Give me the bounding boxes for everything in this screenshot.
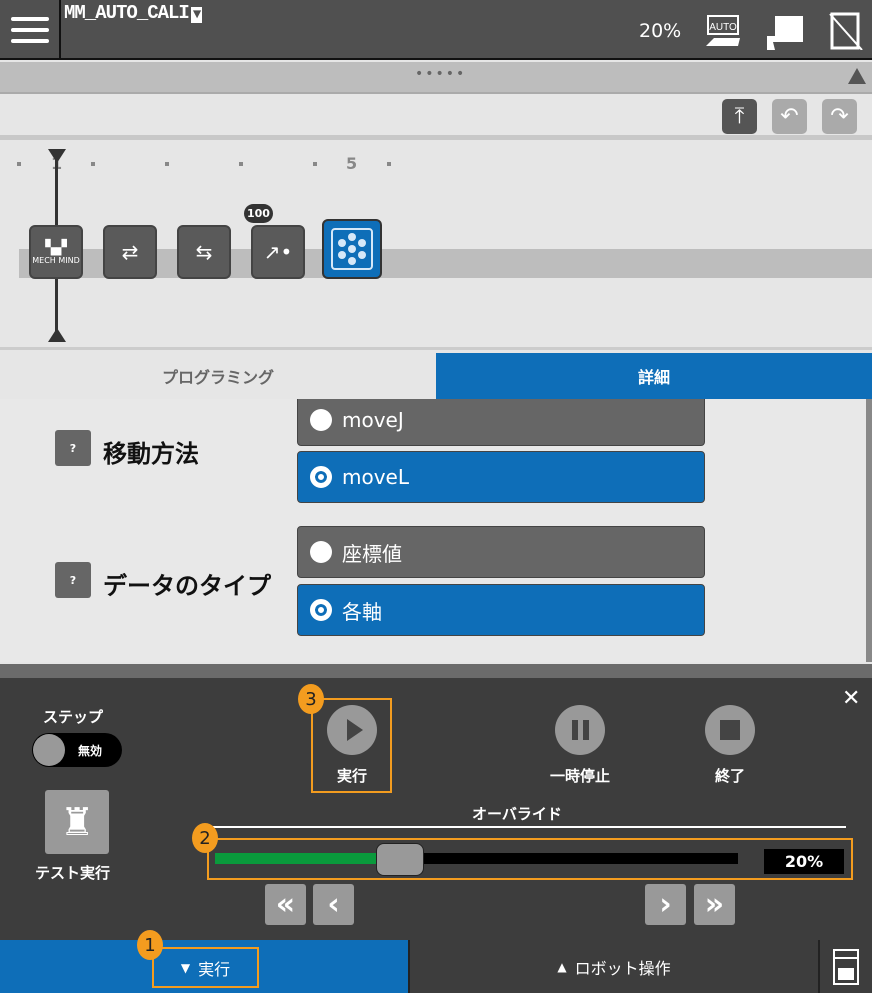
option-label: 各軸 (342, 599, 382, 624)
callout-badge: 3 (298, 684, 324, 714)
pause-button[interactable]: 一時停止 (540, 705, 620, 786)
robot-tab-label: ロボット操作 (574, 958, 671, 978)
ruler-tick (17, 162, 21, 166)
toggle-knob (33, 734, 65, 766)
upload-icon[interactable]: ⤒ (722, 99, 757, 134)
radio-icon (310, 409, 332, 431)
option-label: moveL (342, 465, 410, 489)
option-label: moveJ (342, 408, 404, 432)
run-tab-label: 実行 (198, 959, 231, 979)
speed-badge: 100 (244, 204, 273, 223)
pause-label: 一時停止 (549, 767, 610, 785)
undo-icon[interactable]: ↶ (772, 99, 807, 134)
toggle-label: 無効 (78, 744, 103, 758)
radio-icon (310, 541, 332, 563)
dropdown-icon: ▼ (190, 7, 203, 23)
override-slider[interactable] (215, 853, 738, 864)
ruler-tick (313, 162, 317, 166)
radio-selected-icon (310, 599, 332, 621)
divider (213, 826, 846, 828)
tablet-disabled-icon[interactable] (826, 12, 868, 51)
tab-bar: プログラミング 詳細 (0, 353, 872, 399)
bottom-bar: ▼ 実行 1 ▲ ロボット操作 (0, 930, 872, 993)
stop-icon (720, 720, 740, 740)
tab-run[interactable]: ▼ 実行 1 (0, 930, 408, 993)
pattern-node[interactable] (322, 219, 382, 279)
arrow-down-icon: ▼ (180, 960, 191, 975)
cursor-bottom-icon[interactable] (48, 328, 66, 342)
auto-mode-icon[interactable]: AUTO (702, 12, 744, 50)
move-node[interactable]: ↗• (251, 225, 305, 279)
help-icon[interactable]: ? (55, 430, 91, 466)
ruler-tick (165, 162, 169, 166)
robot-teach-icon[interactable] (763, 12, 805, 50)
test-run-button[interactable]: ♜ (45, 790, 109, 854)
callout-badge: 2 (192, 823, 218, 853)
redo-icon[interactable]: ↷ (822, 99, 857, 134)
stop-button[interactable]: 終了 (700, 705, 760, 786)
option-joints[interactable]: 各軸 (297, 584, 705, 636)
test-run-label: テスト実行 (35, 864, 111, 882)
step-toggle[interactable]: 無効 (32, 733, 122, 767)
program-selector[interactable]: MM_AUTO_CALI ▼ (64, 2, 203, 24)
arrow-up-icon: ▲ (557, 959, 567, 974)
unpin-icon[interactable]: ✕ (842, 686, 860, 711)
collapse-icon[interactable] (848, 68, 866, 84)
detail-panel: ? 移動方法 moveJ moveL ? データのタイプ 座標値 各軸 (0, 399, 868, 662)
override-readout: 20% (639, 20, 682, 42)
ruler-tick (387, 162, 391, 166)
program-name: MM_AUTO_CALI (64, 2, 190, 24)
radio-selected-icon (310, 466, 332, 488)
menu-icon[interactable] (0, 0, 61, 60)
decrease-button[interactable]: ‹ (313, 884, 354, 925)
tab-robot-operation[interactable]: ▲ ロボット操作 (408, 940, 820, 993)
tab-programming[interactable]: プログラミング (0, 353, 436, 399)
option-movej[interactable]: moveJ (297, 399, 705, 446)
ruler-tick (91, 162, 95, 166)
mech-mind-node[interactable]: ▚▞ MECH MIND (29, 225, 83, 279)
step-label: ステップ (43, 708, 104, 726)
increase-button[interactable]: › (645, 884, 686, 925)
play-icon (346, 719, 363, 741)
pause-icon (571, 720, 578, 740)
slider-fill (215, 853, 398, 864)
override-value: 20% (764, 849, 844, 874)
callout-badge: 1 (137, 930, 163, 960)
node-label: MECH MIND (32, 255, 80, 265)
panel-layout-icon[interactable] (820, 940, 872, 993)
coordinate-swap-node[interactable]: ⇄ (103, 225, 157, 279)
drag-handle-icon[interactable]: ••••• (415, 66, 466, 82)
move-method-label: 移動方法 (103, 440, 199, 468)
decrease-fast-button[interactable]: « (265, 884, 306, 925)
increase-fast-button[interactable]: » (694, 884, 735, 925)
option-coordinates[interactable]: 座標値 (297, 526, 705, 578)
svg-text:AUTO: AUTO (709, 22, 737, 33)
data-type-label: データのタイプ (103, 572, 271, 600)
option-movel[interactable]: moveL (297, 451, 705, 503)
tab-details[interactable]: 詳細 (436, 353, 872, 399)
slider-knob[interactable] (376, 843, 424, 876)
run-label: 実行 (336, 767, 367, 785)
override-label: オーバライド (472, 805, 562, 823)
run-button[interactable]: 実行 (322, 705, 382, 786)
tool-swap-node[interactable]: ⇆ (177, 225, 231, 279)
stop-label: 終了 (714, 767, 745, 785)
ruler-label: 5 (346, 154, 358, 173)
option-label: 座標値 (342, 541, 402, 566)
scrollbar[interactable] (866, 399, 872, 662)
ruler-tick (239, 162, 243, 166)
cursor-top-icon[interactable] (48, 149, 66, 163)
help-icon[interactable]: ? (55, 562, 91, 598)
